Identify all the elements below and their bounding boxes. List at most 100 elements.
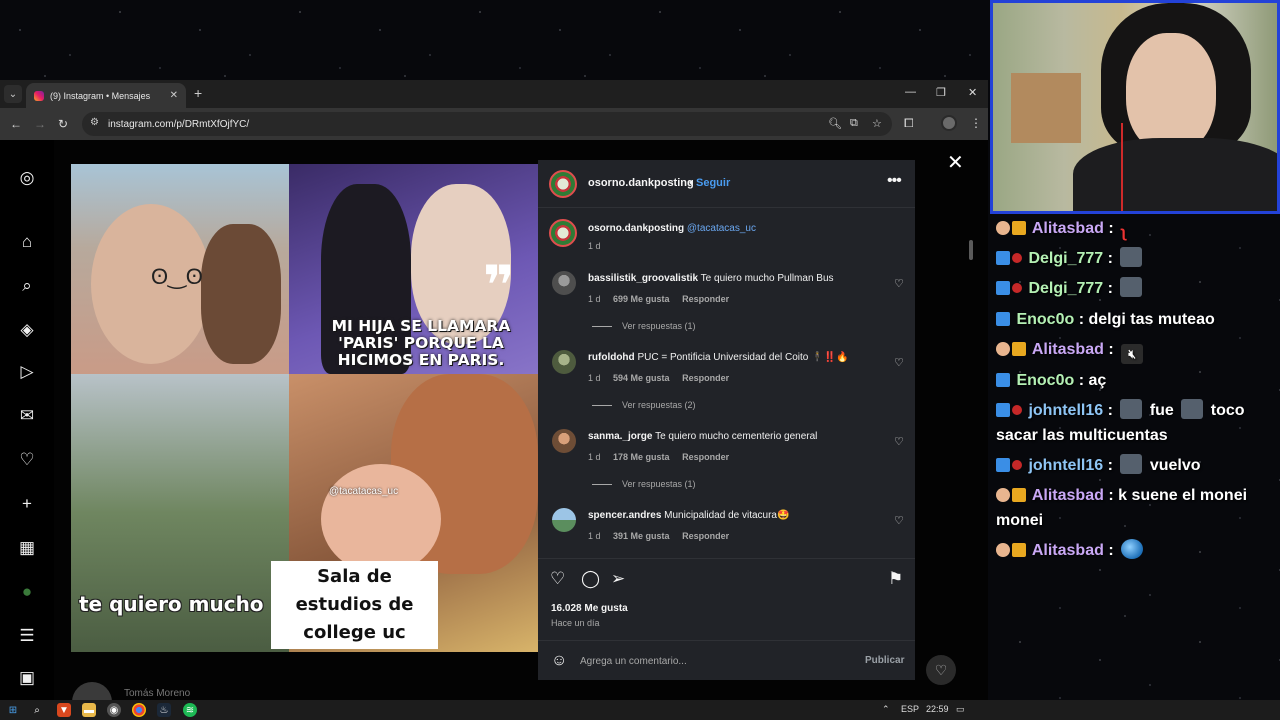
zoom-icon[interactable]: 🔍︎: [828, 117, 842, 130]
install-app-icon[interactable]: ⧉: [850, 117, 858, 130]
tab-instagram[interactable]: (9) Instagram • Mensajes ✕: [26, 83, 186, 108]
messages-icon[interactable]: ✉: [17, 406, 37, 426]
comment-username[interactable]: sanma._jorge: [588, 431, 652, 442]
chat-message: Alitasbad : ʅ: [996, 216, 1266, 241]
comment-like-count[interactable]: 594 Me gusta: [613, 373, 670, 383]
reload-icon[interactable]: ↻: [58, 117, 68, 131]
comment-reply-button[interactable]: Responder: [682, 294, 729, 304]
caption-mention[interactable]: @tacatacas_uc: [687, 223, 756, 234]
taskbar-search-icon[interactable]: ⌕: [30, 703, 44, 717]
new-tab-button[interactable]: +: [194, 85, 202, 101]
save-bookmark-icon[interactable]: ⚑: [888, 569, 903, 589]
browser-menu-icon[interactable]: ⋮: [970, 116, 982, 130]
search-icon[interactable]: ⌕: [17, 276, 37, 296]
comment-reply-button[interactable]: Responder: [682, 452, 729, 462]
author-avatar[interactable]: [549, 170, 577, 198]
back-arrow-icon[interactable]: ←: [10, 117, 22, 131]
profile-avatar[interactable]: [941, 115, 957, 131]
site-info-icon[interactable]: ⚙: [90, 117, 99, 128]
comment-like-heart-icon[interactable]: ♡: [894, 277, 904, 290]
comment-bubble-icon[interactable]: ◯: [581, 569, 600, 589]
create-plus-icon[interactable]: +: [17, 494, 37, 514]
caption-avatar[interactable]: [549, 219, 577, 247]
profile-icon[interactable]: ●: [17, 582, 37, 602]
view-replies-button[interactable]: Ver respuestas (1): [592, 321, 696, 331]
tab-close-icon[interactable]: ✕: [170, 90, 178, 101]
stream-chat: Alitasbad : ʅ Delgi_777 : Delgi_777 : En…: [990, 216, 1280, 696]
comment-avatar[interactable]: [552, 508, 576, 532]
forward-arrow-icon[interactable]: →: [34, 117, 46, 131]
extensions-icon[interactable]: ⧠: [904, 116, 914, 131]
dashboard-icon[interactable]: ▦: [17, 538, 37, 558]
comment-like-heart-icon[interactable]: ♡: [894, 435, 904, 448]
chat-message: Enoc0o : delgi tas muteao: [996, 307, 1266, 332]
emoji-icon[interactable]: ☺: [551, 652, 567, 670]
reels-icon[interactable]: ▷: [17, 362, 37, 382]
follow-button[interactable]: Seguir: [696, 177, 730, 189]
comment-like-heart-icon[interactable]: ♡: [894, 514, 904, 527]
comment-like-count[interactable]: 391 Me gusta: [613, 531, 670, 541]
minimize-button[interactable]: —: [905, 86, 916, 98]
caption-username[interactable]: osorno.dankposting: [588, 223, 684, 234]
post-image[interactable]: ʘ‿ʘ ❞ MI HIJA SE LLAMARA 'PARIS' PORQUE …: [71, 164, 538, 652]
chrome-icon[interactable]: [132, 703, 146, 717]
instagram-logo-icon[interactable]: ◎: [17, 168, 37, 188]
also-from-meta-icon[interactable]: ▣: [17, 668, 37, 688]
like-heart-icon[interactable]: ♡: [550, 569, 565, 589]
comment-reply-button[interactable]: Responder: [682, 373, 729, 383]
bookmark-star-icon[interactable]: ☆: [872, 117, 882, 130]
notification-center-icon[interactable]: ▭: [956, 704, 965, 715]
webcam-feed: [990, 0, 1280, 214]
comment-meta: 1 d 178 Me gusta Responder: [588, 452, 739, 462]
comment-like-count[interactable]: 178 Me gusta: [613, 452, 670, 462]
view-replies-button[interactable]: Ver respuestas (2): [592, 400, 696, 410]
meme-figure: [201, 224, 281, 364]
likes-count[interactable]: 16.028 Me gusta: [551, 603, 628, 614]
publish-button[interactable]: Publicar: [865, 655, 904, 666]
sub-badge-icon: [1012, 460, 1022, 470]
comment-reply-button[interactable]: Responder: [682, 531, 729, 541]
share-send-icon[interactable]: ➢: [611, 569, 625, 589]
comment-text: bassilistik_groovalistik Te quiero mucho…: [588, 273, 834, 284]
taskbar-clock[interactable]: 22:59: [926, 704, 949, 714]
comment-avatar[interactable]: [552, 350, 576, 374]
prime-badge-icon: [996, 458, 1010, 472]
tab-search-button[interactable]: ⌄: [4, 85, 22, 103]
chat-username: johntell16: [1028, 402, 1104, 419]
comment-username[interactable]: bassilistik_groovalistik: [588, 273, 698, 284]
steam-icon[interactable]: ♨: [157, 703, 171, 717]
spotify-icon[interactable]: ≋: [183, 703, 197, 717]
notifications-heart-icon[interactable]: ♡: [17, 450, 37, 470]
brave-browser-icon[interactable]: ▼: [57, 703, 71, 717]
close-modal-icon[interactable]: ✕: [947, 150, 964, 175]
obs-icon[interactable]: ◉: [107, 703, 121, 717]
comment-time: 1 d: [588, 373, 601, 383]
home-icon[interactable]: ⌂: [17, 232, 37, 252]
chat-username: Alitasbad: [1031, 341, 1104, 358]
more-dots-icon[interactable]: •••: [887, 172, 902, 190]
chat-text: delgi tas muteao: [1088, 311, 1215, 328]
comment-like-count[interactable]: 699 Me gusta: [613, 294, 670, 304]
restore-button[interactable]: ❐: [936, 86, 946, 99]
close-window-button[interactable]: ✕: [968, 86, 977, 99]
page-scrollbar[interactable]: [968, 240, 976, 690]
language-indicator[interactable]: ESP: [901, 704, 919, 714]
comment-avatar[interactable]: [552, 429, 576, 453]
caption-text: osorno.dankposting @tacatacas_uc: [588, 223, 756, 234]
comment-like-heart-icon[interactable]: ♡: [894, 356, 904, 369]
more-menu-icon[interactable]: ☰: [17, 626, 37, 646]
windows-start-icon[interactable]: ⊞: [6, 703, 20, 717]
windows-taskbar: ⊞ ⌕ ▼ ▬ ◉ ♨ ≋ ⌃ ESP 22:59 ▭: [0, 700, 1280, 720]
comment-input[interactable]: [580, 651, 850, 671]
file-explorer-icon[interactable]: ▬: [82, 703, 96, 717]
author-username[interactable]: osorno.dankposting: [588, 177, 694, 189]
explore-icon[interactable]: ◈: [17, 320, 37, 340]
view-replies-button[interactable]: Ver respuestas (1): [592, 479, 696, 489]
comment-avatar[interactable]: [552, 271, 576, 295]
prime-badge-icon: [996, 403, 1010, 417]
address-bar[interactable]: ⚙ instagram.com/p/DRmtXfOjfYC/ 🔍︎ ⧉ ☆: [82, 112, 892, 136]
chat-separator: :: [1107, 402, 1113, 419]
comment-username[interactable]: rufoldohd: [588, 352, 635, 363]
comment-username[interactable]: spencer.andres: [588, 510, 661, 521]
tray-expand-icon[interactable]: ⌃: [882, 704, 890, 715]
